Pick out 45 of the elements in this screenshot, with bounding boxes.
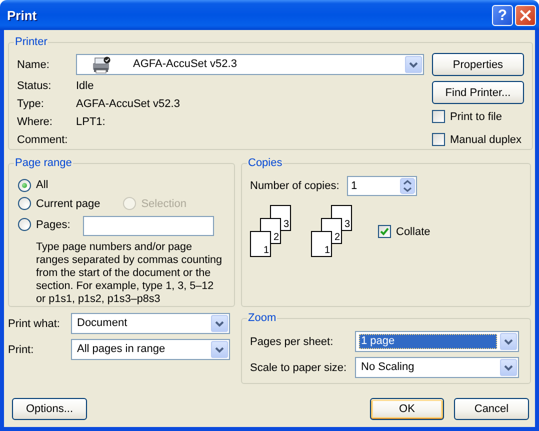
field-label: Pages per sheet: (250, 336, 334, 348)
group-title: Printer (14, 36, 48, 49)
button[interactable]: Find Printer... (432, 81, 524, 104)
checkbox[interactable]: Manual duplex (432, 133, 522, 146)
field-value: LPT1: (76, 116, 106, 128)
close-icon (520, 10, 531, 20)
field-label: Name: (17, 58, 50, 70)
group-title: Page range (14, 157, 73, 170)
field-label: Type: (17, 98, 45, 110)
field-value: AGFA-AccuSet v52.3 (76, 98, 180, 110)
page-sheet: 1 (311, 231, 332, 257)
field-value: Idle (76, 80, 94, 92)
close-button[interactable] (515, 4, 536, 26)
input-field[interactable] (83, 216, 214, 236)
dropdown[interactable]: Document (71, 313, 230, 334)
help-text: Type page numbers and/or page ranges separated by commas counting from the start of the document or the section. For example, type 1, 3, 5–12 or p1s1, p1s2, p1s3–p8s3 (36, 241, 224, 306)
button[interactable]: Properties (432, 53, 524, 76)
window-title: Print (7, 8, 37, 22)
dropdown[interactable]: AGFA-AccuSet v52.3 (76, 54, 424, 75)
checkbox[interactable]: Collate (378, 225, 430, 238)
radio-button[interactable]: Current page (18, 197, 100, 210)
radio-button[interactable]: All (18, 178, 48, 192)
page-sheet: 1 (250, 231, 271, 257)
group-title: Copies (247, 157, 284, 170)
dropdown[interactable]: No Scaling (355, 357, 519, 378)
help-button[interactable]: ? (492, 4, 513, 26)
button[interactable]: Cancel (454, 398, 529, 420)
field-label: Print what: (8, 318, 61, 330)
dropdown[interactable]: 1 page (355, 331, 519, 352)
radio-button[interactable]: Pages: (18, 218, 70, 231)
printer-icon (90, 56, 112, 74)
button[interactable]: OK (370, 398, 444, 420)
field-label: Number of copies: (250, 180, 340, 192)
checkbox[interactable]: Print to file (432, 110, 502, 123)
button[interactable]: Options... (12, 398, 87, 420)
check-icon (380, 227, 389, 236)
number-field[interactable]: 1 (347, 176, 417, 196)
field-label: Print: (8, 344, 35, 356)
field-label: Status: (17, 80, 52, 92)
field-label: Where: (17, 116, 54, 128)
field-label: Comment: (17, 134, 69, 146)
spinner-arrows-icon (400, 178, 415, 194)
group-title: Zoom (247, 312, 278, 325)
field-label: Scale to paper size: (250, 362, 348, 374)
dropdown[interactable]: All pages in range (71, 339, 230, 360)
